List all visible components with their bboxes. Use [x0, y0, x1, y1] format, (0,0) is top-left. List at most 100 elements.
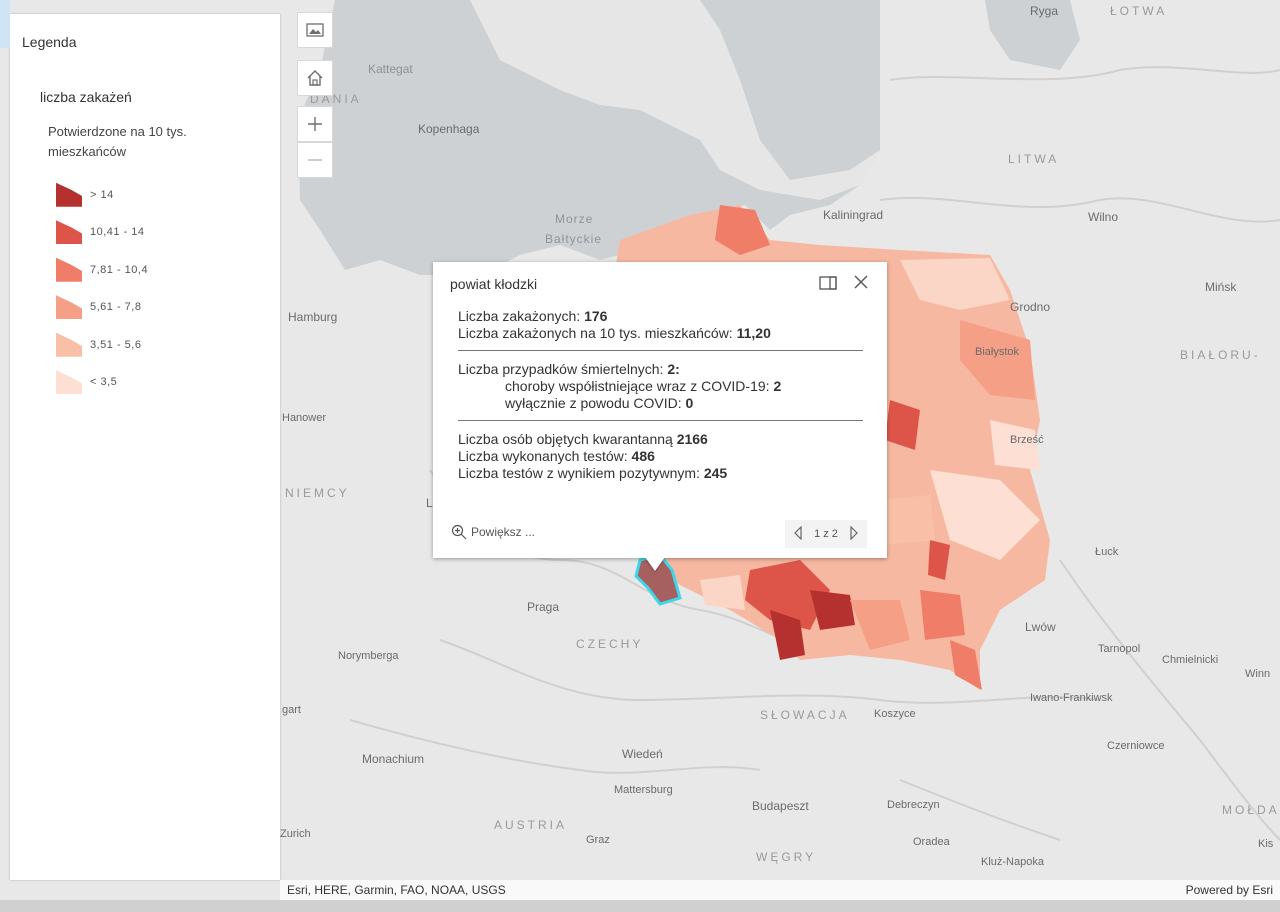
bottom-bar [0, 900, 1280, 912]
label-monachium: Monachium [362, 752, 425, 766]
zoom-in-button[interactable] [297, 106, 333, 142]
pager-text: 1 z 2 [814, 528, 838, 540]
popup-content: Liczba zakażonych: 176 Liczba zakażonych… [458, 308, 863, 482]
label-wilno: Wilno [1088, 210, 1119, 224]
label-brzesc: Brześć [1010, 434, 1044, 446]
prev-icon [794, 525, 802, 540]
positive-value: 245 [703, 465, 728, 481]
legend-panel: Legenda liczba zakażeń Potwierdzone na 1… [10, 14, 280, 880]
tests-label: Liczba wykonanych testów: [458, 448, 628, 464]
legend-field-title: Potwierdzone na 10 tys. mieszkańców [48, 124, 187, 159]
close-icon [854, 275, 868, 289]
label-norymberga: Norymberga [338, 650, 399, 662]
positive-label: Liczba testów z wynikiem pozytywnym: [458, 465, 700, 481]
zoom-out-button[interactable] [297, 142, 333, 178]
label-wegry: WĘGRY [756, 850, 817, 864]
quarantine-row: Liczba osób objętych kwarantanną 2166 [458, 431, 863, 448]
label-slowacja: SŁOWACJA [760, 708, 850, 722]
comorb-row: choroby współistniejące wraz z COVID-19:… [458, 378, 863, 395]
label-oradea: Oradea [913, 836, 950, 848]
deaths-value: 2: [667, 361, 680, 377]
label-tarnopol: Tarnopol [1098, 643, 1141, 655]
feature-popup: powiat kłodzki Liczba zakażonych: 176 Li… [433, 262, 887, 558]
label-litwa: LITWA [1008, 152, 1060, 166]
tests-value: 486 [631, 448, 655, 464]
label-kaliningrad: Kaliningrad [823, 208, 884, 222]
home-button[interactable] [297, 60, 333, 96]
attribution-bar: Esri, HERE, Garmin, FAO, NOAA, USGS Powe… [280, 880, 1280, 900]
label-baltyckie: Bałtyckie [545, 232, 603, 246]
infected-value: 176 [584, 308, 608, 324]
prev-button[interactable] [793, 525, 803, 543]
quarantine-label: Liczba osób objętych kwarantanną [458, 431, 673, 447]
label-austria: AUSTRIA [494, 818, 568, 832]
label-praga: Praga [527, 600, 560, 614]
quarantine-value: 2166 [676, 431, 708, 447]
deaths-label: Liczba przypadków śmiertelnych: [458, 361, 664, 377]
legend-swatch [56, 295, 82, 320]
label-kis: Kis [1258, 838, 1274, 850]
legend-swatch [56, 257, 82, 282]
popup-title: powiat kłodzki [450, 276, 538, 292]
legend-item-label: 10,41 - 14 [90, 226, 145, 239]
comorb-value: 2 [773, 378, 782, 394]
label-luck: Łuck [1095, 546, 1119, 558]
label-chmielnicki: Chmielnicki [1162, 654, 1219, 666]
positive-row: Liczba testów z wynikiem pozytywnym: 245 [458, 465, 863, 482]
zoom-to-icon [451, 524, 467, 540]
label-lotwa: ŁOTWA [1110, 4, 1168, 18]
label-bialystok: Białystok [975, 346, 1020, 358]
label-hanower: Hanower [282, 412, 327, 424]
next-icon [850, 525, 858, 540]
zoom-to-action[interactable]: Powiększ ... [451, 524, 535, 540]
legend-item-label: < 3,5 [90, 376, 118, 389]
infected-row: Liczba zakażonych: 176 [458, 308, 863, 325]
dock-icon [819, 276, 837, 290]
popup-pager: 1 z 2 [785, 520, 867, 548]
label-niemcy: NIEMCY [285, 486, 350, 500]
deaths-row: Liczba przypadków śmiertelnych: 2: [458, 361, 863, 378]
popup-pointer [645, 557, 665, 571]
basemap-button[interactable] [297, 12, 333, 48]
attribution-sources: Esri, HERE, Garmin, FAO, NOAA, USGS [287, 883, 506, 897]
basemap-icon [306, 23, 324, 37]
legend-swatch [56, 220, 82, 245]
legend-item: 7,81 - 10,4 [56, 251, 148, 289]
label-czerniowce: Czerniowce [1107, 740, 1165, 752]
zoom-in-icon [308, 117, 322, 131]
label-budapeszt: Budapeszt [752, 799, 809, 813]
label-czechy: CZECHY [576, 637, 644, 651]
legend-item: 5,61 - 7,8 [56, 289, 148, 327]
label-iwano: Iwano-Frankiwsk [1030, 692, 1113, 704]
next-button[interactable] [849, 525, 859, 543]
label-wieden: Wiedeń [622, 747, 663, 761]
label-graz: Graz [586, 834, 610, 846]
legend-heading: Legenda [22, 34, 77, 50]
legend-swatch [56, 182, 82, 207]
label-bialorus: BIAŁORU- [1180, 348, 1261, 362]
label-moldawia: MOŁDA [1222, 803, 1280, 817]
per10k-value: 11,20 [736, 325, 771, 341]
tests-row: Liczba wykonanych testów: 486 [458, 448, 863, 465]
per10k-label: Liczba zakażonych na 10 tys. mieszkańców… [458, 325, 733, 341]
legend-item: 10,41 - 14 [56, 214, 148, 252]
label-hamburg: Hamburg [288, 310, 338, 324]
dock-button[interactable] [819, 274, 837, 292]
legend-swatch [56, 332, 82, 357]
covid-only-value: 0 [685, 395, 694, 411]
legend-item-label: > 14 [90, 188, 114, 201]
label-lwow: Lwów [1025, 620, 1056, 634]
covid-only-label: wyłącznie z powodu COVID: [505, 395, 682, 411]
label-kopenhaga: Kopenhaga [418, 122, 480, 136]
label-debreczyn: Debreczyn [887, 799, 940, 811]
close-button[interactable] [851, 272, 871, 292]
powered-by[interactable]: Powered by Esri [1186, 880, 1273, 900]
legend-item: > 14 [56, 176, 148, 214]
label-kattegat: Kattegat [368, 62, 413, 76]
label-minsk: Mińsk [1205, 280, 1237, 294]
legend-swatch [56, 370, 82, 395]
legend-item-label: 7,81 - 10,4 [90, 263, 149, 276]
zoom-out-icon [308, 159, 322, 161]
covid-only-row: wyłącznie z powodu COVID: 0 [458, 395, 863, 412]
label-mattersburg: Mattersburg [614, 784, 673, 796]
